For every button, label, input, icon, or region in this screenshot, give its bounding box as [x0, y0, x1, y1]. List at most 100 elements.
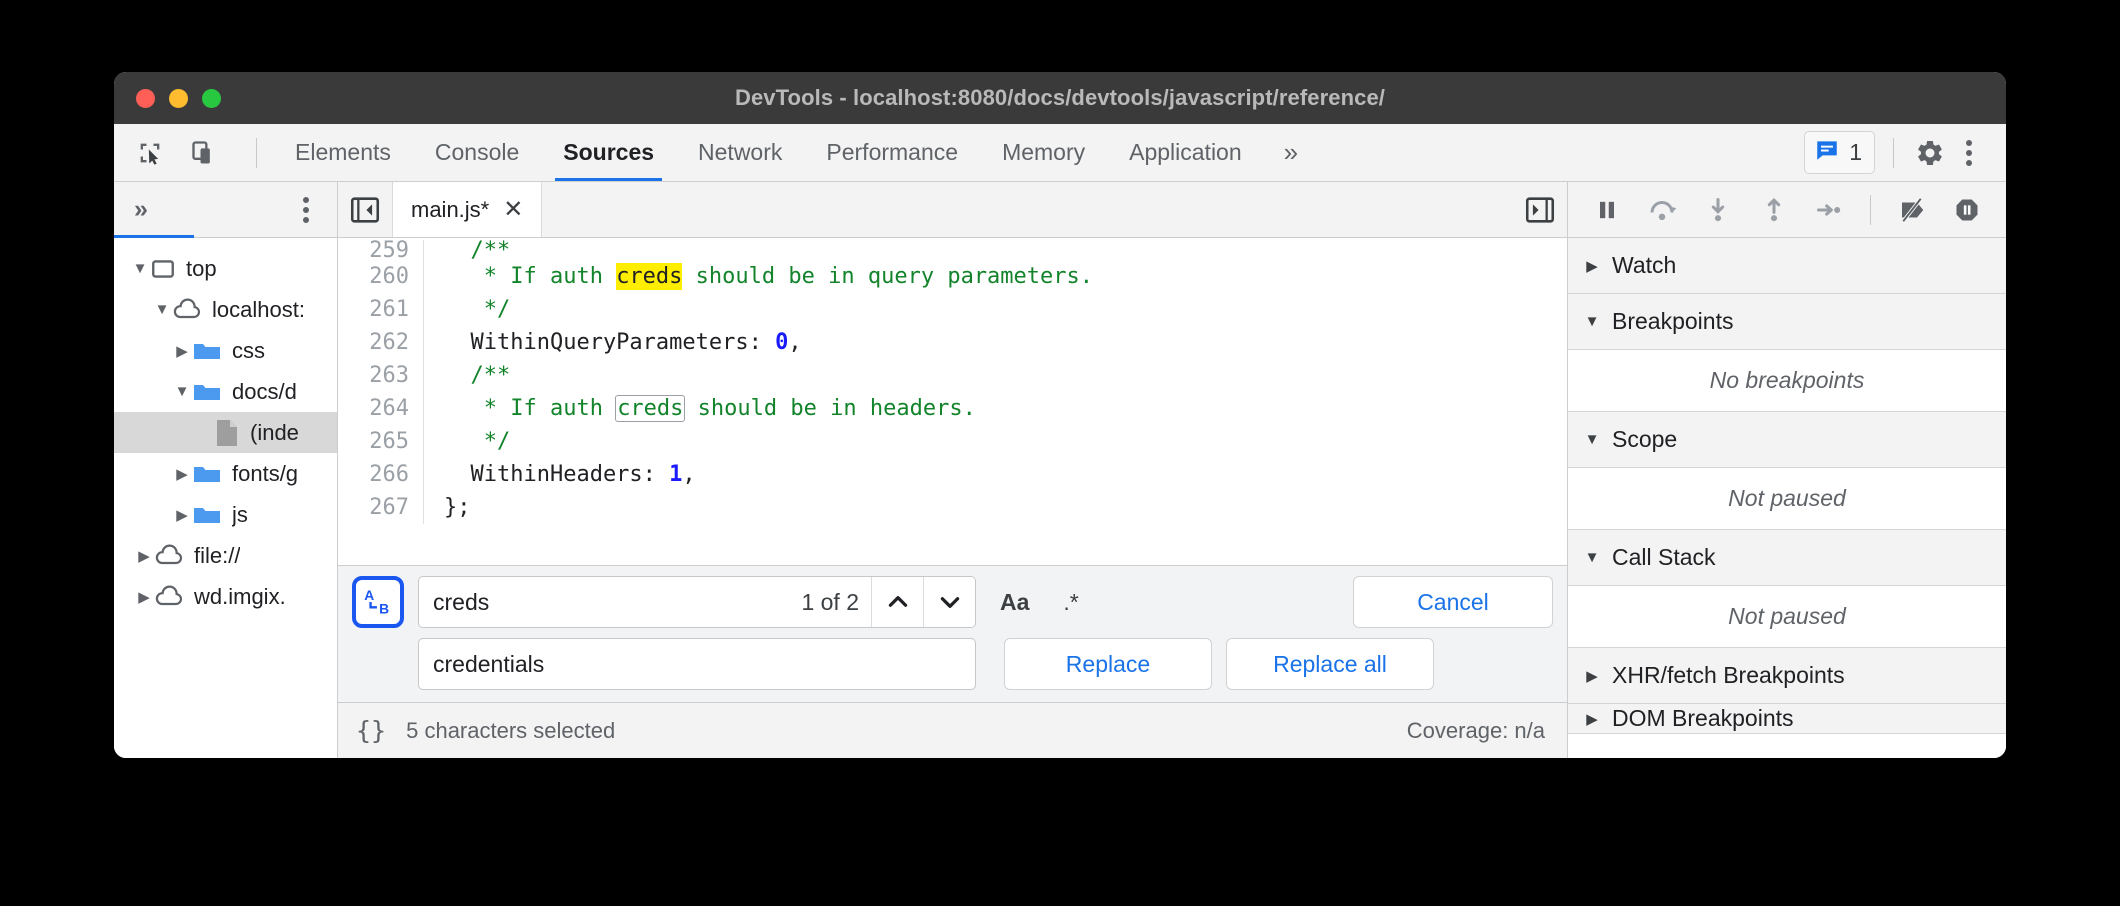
replace-all-button[interactable]: Replace all	[1226, 638, 1434, 690]
replace-mode-a-to-b-icon[interactable]: A B	[352, 576, 404, 628]
section-header-dom-breakpoints[interactable]: ▶ DOM Breakpoints	[1568, 704, 2006, 734]
console-message-badge[interactable]: 1	[1804, 131, 1875, 174]
disclosure-triangle-down-icon[interactable]: ▼	[172, 383, 192, 400]
window-close-button[interactable]	[136, 89, 155, 108]
pretty-print-icon[interactable]: {}	[356, 716, 386, 745]
disclosure-triangle-down-icon[interactable]: ▼	[1584, 549, 1600, 566]
cancel-button[interactable]: Cancel	[1353, 576, 1553, 628]
tree-item-css[interactable]: ▶ css	[114, 330, 337, 371]
code-comment: should be in headers.	[684, 396, 975, 421]
disclosure-triangle-down-icon[interactable]: ▼	[1584, 431, 1600, 448]
code-comment: should be in query parameters.	[682, 264, 1093, 289]
tree-item-label: (inde	[250, 420, 299, 446]
code-token: ,	[788, 330, 801, 355]
replace-input[interactable]	[419, 651, 975, 678]
disclosure-triangle-down-icon[interactable]: ▼	[152, 301, 172, 318]
code-line: 259 /**	[338, 240, 1567, 260]
disclosure-triangle-right-icon[interactable]: ▶	[1584, 667, 1600, 685]
code-line: 266 WithinHeaders: 1,	[338, 458, 1567, 491]
section-header-scope[interactable]: ▼ Scope	[1568, 412, 2006, 468]
find-previous-button[interactable]	[871, 577, 923, 627]
code-comment: * If auth	[444, 264, 616, 289]
disclosure-triangle-right-icon[interactable]: ▶	[172, 506, 192, 524]
tree-item-label: fonts/g	[232, 461, 298, 487]
sources-navigator-pane: » ▼ top ▼ localho	[114, 182, 338, 758]
close-icon[interactable]: ✕	[503, 195, 523, 224]
folder-icon	[192, 503, 222, 527]
pause-icon[interactable]	[1582, 188, 1632, 232]
code-editor[interactable]: 259 /** 260 * If auth creds should be in…	[338, 238, 1567, 565]
deactivate-breakpoints-icon[interactable]	[1887, 188, 1937, 232]
tab-memory[interactable]: Memory	[980, 124, 1107, 181]
tree-item-localhost[interactable]: ▼ localhost:	[114, 289, 337, 330]
disclosure-triangle-right-icon[interactable]: ▶	[134, 588, 154, 606]
find-input-wrapper[interactable]: 1 of 2	[418, 576, 976, 628]
search-input[interactable]	[419, 577, 795, 627]
match-case-button[interactable]: Aa	[990, 576, 1039, 628]
toolbar-divider	[256, 138, 257, 168]
regex-button[interactable]: .*	[1053, 576, 1088, 628]
disclosure-triangle-right-icon[interactable]: ▶	[1584, 257, 1600, 275]
editor-tab-main-js[interactable]: main.js* ✕	[392, 182, 542, 237]
line-number: 260	[338, 260, 424, 293]
kebab-menu-icon[interactable]	[1952, 134, 1986, 172]
tab-elements[interactable]: Elements	[273, 124, 413, 181]
step-over-icon[interactable]	[1638, 188, 1688, 232]
find-row: A B 1 of 2	[352, 576, 1553, 628]
code-number: 0	[775, 330, 788, 355]
tab-application[interactable]: Application	[1107, 124, 1264, 181]
tree-item-fonts[interactable]: ▶ fonts/g	[114, 453, 337, 494]
code-line: 267 };	[338, 491, 1567, 524]
line-content: * If auth creds should be in query param…	[424, 260, 1093, 293]
disclosure-triangle-down-icon[interactable]: ▼	[130, 260, 150, 277]
disclosure-triangle-right-icon[interactable]: ▶	[1584, 710, 1600, 728]
navigator-kebab-menu-icon[interactable]	[289, 191, 323, 229]
disclosure-triangle-right-icon[interactable]: ▶	[134, 547, 154, 565]
step-icon[interactable]	[1804, 188, 1854, 232]
disclosure-triangle-right-icon[interactable]: ▶	[172, 465, 192, 483]
section-header-call-stack[interactable]: ▼ Call Stack	[1568, 530, 2006, 586]
code-line: 263 /**	[338, 359, 1567, 392]
find-next-button[interactable]	[923, 577, 975, 627]
section-title: XHR/fetch Breakpoints	[1612, 662, 1845, 689]
section-header-breakpoints[interactable]: ▼ Breakpoints	[1568, 294, 2006, 350]
editor-tab-strip: main.js* ✕	[338, 182, 1567, 238]
window-minimize-button[interactable]	[169, 89, 188, 108]
step-into-icon[interactable]	[1693, 188, 1743, 232]
devtools-body: » ▼ top ▼ localho	[114, 182, 2006, 758]
section-title: Scope	[1612, 426, 1677, 453]
device-toolbar-icon[interactable]	[186, 135, 222, 171]
line-number: 267	[338, 491, 424, 524]
tab-console[interactable]: Console	[413, 124, 541, 181]
more-panels-icon[interactable]: »	[1264, 124, 1318, 181]
tree-item-wd-imgix[interactable]: ▶ wd.imgix.	[114, 576, 337, 617]
panel-expand-right-icon[interactable]	[1513, 193, 1567, 227]
tree-item-file-protocol[interactable]: ▶ file://	[114, 535, 337, 576]
tree-item-top[interactable]: ▼ top	[114, 248, 337, 289]
replace-input-wrapper[interactable]	[418, 638, 976, 690]
window-maximize-button[interactable]	[202, 89, 221, 108]
replace-button[interactable]: Replace	[1004, 638, 1212, 690]
tab-sources[interactable]: Sources	[541, 124, 676, 181]
step-out-icon[interactable]	[1749, 188, 1799, 232]
panel-tab-list: Elements Console Sources Network Perform…	[273, 124, 1318, 181]
tab-network[interactable]: Network	[676, 124, 804, 181]
panel-collapse-left-icon[interactable]	[338, 193, 392, 227]
tree-item-docs[interactable]: ▼ docs/d	[114, 371, 337, 412]
disclosure-triangle-right-icon[interactable]: ▶	[172, 342, 192, 360]
gear-icon[interactable]	[1912, 135, 1948, 171]
section-header-xhr-fetch-breakpoints[interactable]: ▶ XHR/fetch Breakpoints	[1568, 648, 2006, 704]
disclosure-triangle-down-icon[interactable]: ▼	[1584, 313, 1600, 330]
line-content: */	[424, 293, 510, 326]
tab-performance[interactable]: Performance	[804, 124, 980, 181]
tree-item-index[interactable]: (inde	[114, 412, 337, 453]
code-line: 262 WithinQueryParameters: 0,	[338, 326, 1567, 359]
toolbar-right-group: 1	[1804, 131, 2006, 174]
tree-item-js[interactable]: ▶ js	[114, 494, 337, 535]
pause-on-exceptions-icon[interactable]	[1942, 188, 1992, 232]
svg-text:A: A	[364, 587, 374, 603]
line-number: 265	[338, 425, 424, 458]
navigator-expand-icon[interactable]: »	[134, 195, 148, 224]
section-header-watch[interactable]: ▶ Watch	[1568, 238, 2006, 294]
inspect-element-icon[interactable]	[132, 135, 168, 171]
